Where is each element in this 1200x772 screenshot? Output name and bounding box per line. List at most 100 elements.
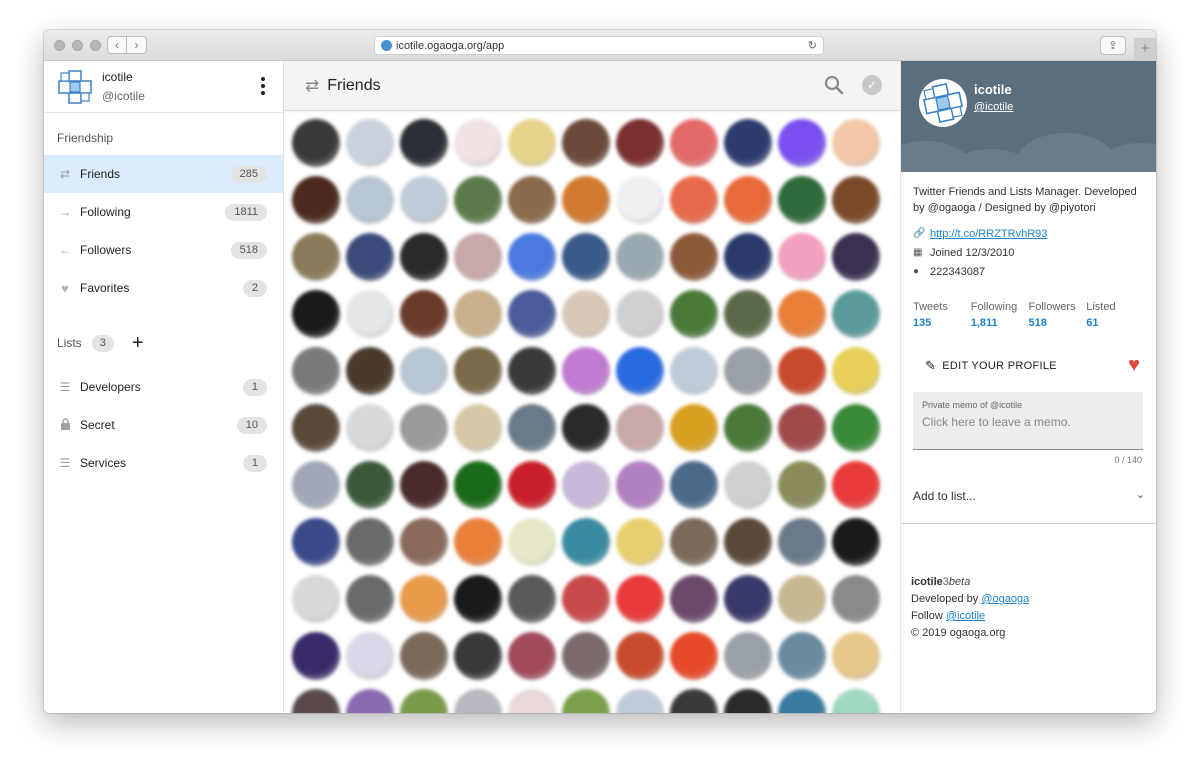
friend-avatar[interactable] (778, 404, 826, 452)
friend-avatar[interactable] (508, 290, 556, 338)
friend-avatar[interactable] (292, 176, 340, 224)
friend-avatar[interactable] (562, 119, 610, 167)
friend-avatar[interactable] (616, 632, 664, 680)
friend-avatar[interactable] (508, 233, 556, 281)
friend-avatar[interactable] (724, 518, 772, 566)
developer-link[interactable]: @ogaoga (981, 593, 1029, 605)
favorite-heart-button[interactable]: ♥ (1128, 354, 1140, 377)
friend-avatar[interactable] (778, 233, 826, 281)
friend-avatar[interactable] (346, 575, 394, 623)
friend-avatar[interactable] (670, 119, 718, 167)
friend-avatar[interactable] (292, 119, 340, 167)
friend-avatar[interactable] (292, 518, 340, 566)
stat-followers[interactable]: Followers 518 (1029, 301, 1087, 329)
friend-avatar[interactable] (454, 233, 502, 281)
friend-avatar[interactable] (454, 461, 502, 509)
friend-avatar[interactable] (616, 347, 664, 395)
friend-avatar[interactable] (670, 290, 718, 338)
friend-avatar[interactable] (454, 119, 502, 167)
friend-avatar[interactable] (508, 404, 556, 452)
sidebar-item-friends[interactable]: ⇄ Friends 285 (44, 155, 283, 193)
friend-avatar[interactable] (616, 233, 664, 281)
friend-avatar[interactable] (724, 290, 772, 338)
stat-following[interactable]: Following 1,811 (971, 301, 1029, 329)
friend-avatar[interactable] (670, 632, 718, 680)
stat-listed[interactable]: Listed 61 (1086, 301, 1144, 329)
friend-avatar[interactable] (346, 461, 394, 509)
share-button[interactable]: ⇪ (1100, 36, 1126, 55)
friend-avatar[interactable] (724, 461, 772, 509)
friend-avatar[interactable] (400, 290, 448, 338)
friend-avatar[interactable] (454, 632, 502, 680)
friend-avatar[interactable] (400, 176, 448, 224)
friend-avatar[interactable] (400, 632, 448, 680)
friend-avatar[interactable] (454, 575, 502, 623)
friend-avatar[interactable] (292, 461, 340, 509)
friend-avatar[interactable] (508, 461, 556, 509)
friend-avatar[interactable] (400, 233, 448, 281)
friend-avatar[interactable] (616, 404, 664, 452)
friend-avatar[interactable] (724, 233, 772, 281)
friend-avatar[interactable] (292, 689, 340, 713)
sidebar-item-favorites[interactable]: ♥ Favorites 2 (44, 269, 283, 307)
reload-icon[interactable]: ↻ (808, 39, 817, 52)
friend-avatar[interactable] (346, 290, 394, 338)
friend-avatar[interactable] (616, 518, 664, 566)
friend-avatar[interactable] (292, 404, 340, 452)
sidebar-item-followers[interactable]: ← Followers 518 (44, 231, 283, 269)
friend-avatar[interactable] (778, 347, 826, 395)
friend-avatar[interactable] (562, 404, 610, 452)
friend-avatar[interactable] (454, 404, 502, 452)
friend-avatar[interactable] (616, 689, 664, 713)
close-window-button[interactable] (54, 40, 65, 51)
friend-avatar[interactable] (292, 632, 340, 680)
sidebar-item-secret[interactable]: Secret 10 (44, 406, 283, 444)
friend-avatar[interactable] (670, 518, 718, 566)
friend-avatar[interactable] (562, 176, 610, 224)
minimize-window-button[interactable] (72, 40, 83, 51)
friend-avatar[interactable] (724, 575, 772, 623)
friend-avatar[interactable] (400, 575, 448, 623)
friend-avatar[interactable] (400, 689, 448, 713)
profile-handle-link[interactable]: @icotile (974, 101, 1013, 113)
friend-avatar[interactable] (292, 290, 340, 338)
friend-avatar[interactable] (670, 575, 718, 623)
friend-avatar[interactable] (346, 518, 394, 566)
friend-avatar[interactable] (670, 461, 718, 509)
friend-avatar[interactable] (562, 632, 610, 680)
friend-avatar[interactable] (616, 176, 664, 224)
friend-avatar[interactable] (508, 689, 556, 713)
memo-field[interactable]: Private memo of @icotile Click here to l… (913, 392, 1143, 450)
friend-avatar[interactable] (454, 518, 502, 566)
friend-avatar[interactable] (562, 290, 610, 338)
friend-avatar[interactable] (562, 575, 610, 623)
friend-avatar[interactable] (670, 404, 718, 452)
friend-avatar[interactable] (616, 119, 664, 167)
friend-avatar[interactable] (832, 689, 880, 713)
friend-avatar[interactable] (832, 632, 880, 680)
friend-avatar[interactable] (346, 176, 394, 224)
friend-avatar[interactable] (616, 575, 664, 623)
stat-tweets[interactable]: Tweets 135 (913, 301, 971, 329)
friend-avatar[interactable] (346, 119, 394, 167)
edit-profile-button[interactable]: ✎ EDIT YOUR PROFILE (925, 358, 1057, 374)
friend-avatar[interactable] (562, 347, 610, 395)
friend-avatar[interactable] (292, 233, 340, 281)
friend-avatar[interactable] (616, 290, 664, 338)
friend-avatar[interactable] (292, 347, 340, 395)
friend-avatar[interactable] (346, 404, 394, 452)
friend-avatar[interactable] (778, 575, 826, 623)
friend-avatar[interactable] (400, 518, 448, 566)
friend-avatar[interactable] (832, 176, 880, 224)
search-button[interactable] (824, 75, 844, 100)
friend-avatar[interactable] (670, 347, 718, 395)
friend-avatar[interactable] (616, 461, 664, 509)
sidebar-item-following[interactable]: → Following 1811 (44, 193, 283, 231)
new-tab-button[interactable]: + (1134, 38, 1156, 61)
friend-avatar[interactable] (508, 176, 556, 224)
friend-avatar[interactable] (724, 176, 772, 224)
friend-avatar[interactable] (400, 461, 448, 509)
select-all-button[interactable]: ✓ (862, 75, 882, 95)
add-to-list-dropdown[interactable]: Add to list... ⌄ (913, 489, 1145, 503)
friend-avatar[interactable] (400, 347, 448, 395)
